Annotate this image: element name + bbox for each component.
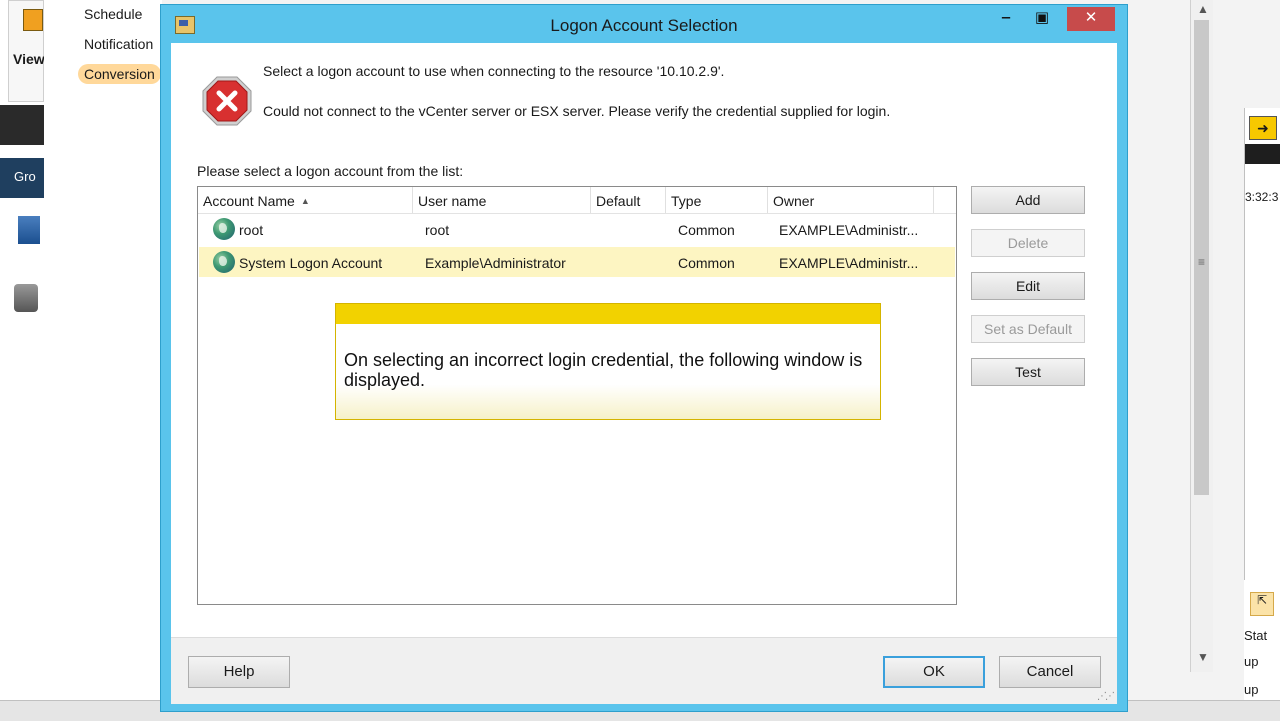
- dialog-title: Logon Account Selection: [550, 16, 738, 35]
- cell-user-name: root: [425, 222, 450, 238]
- test-button[interactable]: Test: [971, 358, 1085, 386]
- cell-owner: EXAMPLE\Administr...: [779, 255, 919, 271]
- help-button[interactable]: Help: [188, 656, 290, 688]
- nav-item-notification[interactable]: Notification: [84, 36, 153, 52]
- dialog-client: Select a logon account to use when conne…: [171, 43, 1117, 637]
- column-header-account-name[interactable]: Account Name ▲: [198, 187, 413, 213]
- cell-user-name: Example\Administrator: [425, 255, 566, 271]
- cell-type: Common: [678, 222, 735, 238]
- dialog-footer: Help OK Cancel ⋰⋰: [171, 637, 1117, 704]
- view-label: View: [13, 51, 45, 67]
- list-header: Account Name ▲ User name Default Type Own…: [198, 187, 956, 214]
- delete-button[interactable]: Delete: [971, 229, 1085, 257]
- column-header-default[interactable]: Default: [591, 187, 666, 213]
- time-readout: 3:32:3: [1245, 190, 1279, 204]
- cell-account-name: root: [239, 222, 264, 238]
- status-text: up: [1244, 654, 1259, 669]
- list-caption: Please select a logon account from the l…: [197, 163, 464, 179]
- column-header-user-name[interactable]: User name: [413, 187, 591, 213]
- status-text: up: [1244, 682, 1259, 697]
- set-as-default-button[interactable]: Set as Default: [971, 315, 1085, 343]
- column-header-owner[interactable]: Owner: [768, 187, 934, 213]
- cell-account-name: System Logon Account: [239, 255, 383, 271]
- view-icon: [23, 9, 43, 31]
- grip-icon: ≡: [1198, 255, 1206, 269]
- cancel-button[interactable]: Cancel: [999, 656, 1101, 688]
- annotation-callout: On selecting an incorrect login credenti…: [335, 303, 881, 420]
- ok-button[interactable]: OK: [883, 656, 985, 688]
- sort-up-icon: ▲: [300, 196, 310, 206]
- globe-icon: [213, 218, 235, 240]
- dialog-titlebar[interactable]: Logon Account Selection ‒ ▣ ✕: [161, 5, 1127, 43]
- popout-icon[interactable]: ⇱: [1250, 592, 1274, 616]
- error-message: Could not connect to the vCenter server …: [263, 103, 891, 119]
- table-row[interactable]: System Logon Account Example\Administrat…: [199, 247, 955, 277]
- background-status-panel: ⇱ Stat up up: [1244, 580, 1280, 720]
- logon-account-dialog: Logon Account Selection ‒ ▣ ✕ Select a l…: [160, 4, 1128, 712]
- scroll-up-icon[interactable]: ▲: [1197, 2, 1209, 16]
- column-header-type[interactable]: Type: [666, 187, 768, 213]
- background-right-panel: ➜ 3:32:3: [1244, 108, 1280, 628]
- status-text: Stat: [1244, 628, 1268, 643]
- dark-bar: [0, 105, 44, 145]
- arrow-right-icon[interactable]: ➜: [1249, 116, 1277, 140]
- background-nav: Schedule Notification Conversion: [44, 0, 162, 720]
- group-bar[interactable]: Gro: [0, 158, 44, 198]
- cell-type: Common: [678, 255, 735, 271]
- scroll-down-icon[interactable]: ▼: [1197, 650, 1209, 664]
- add-button[interactable]: Add: [971, 186, 1085, 214]
- view-tile[interactable]: View: [8, 0, 45, 102]
- close-button[interactable]: ✕: [1067, 7, 1115, 31]
- background-scrollbar[interactable]: ▲ ≡ ▼: [1190, 0, 1213, 672]
- resize-grip-icon[interactable]: ⋰⋰: [1097, 691, 1115, 702]
- dark-strip: [1245, 144, 1280, 164]
- globe-icon: [213, 251, 235, 273]
- nav-item-conversion[interactable]: Conversion: [78, 64, 161, 84]
- tools-icon[interactable]: [14, 284, 38, 312]
- left-ribbon: View Gro: [0, 0, 45, 720]
- error-icon: [202, 76, 252, 126]
- maximize-button[interactable]: ▣: [1027, 7, 1057, 31]
- edit-button[interactable]: Edit: [971, 272, 1085, 300]
- callout-text: On selecting an incorrect login credenti…: [344, 350, 863, 390]
- nav-item-schedule[interactable]: Schedule: [84, 6, 142, 22]
- select-message: Select a logon account to use when conne…: [263, 63, 725, 79]
- callout-band: [336, 304, 880, 324]
- server-icon[interactable]: [18, 216, 40, 244]
- cell-owner: EXAMPLE\Administr...: [779, 222, 919, 238]
- minimize-button[interactable]: ‒: [991, 7, 1021, 31]
- table-row[interactable]: root root Common EXAMPLE\Administr...: [199, 214, 955, 244]
